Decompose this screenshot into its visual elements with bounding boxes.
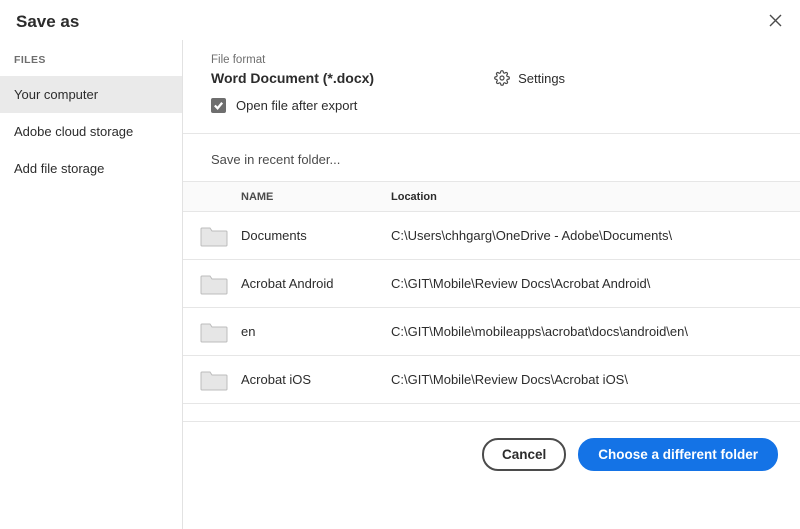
choose-folder-label: Choose a different folder (598, 447, 758, 462)
dialog-title: Save as (16, 12, 79, 32)
save-as-dialog: Save as FILES Your computer Adobe cloud … (0, 0, 800, 529)
settings-label: Settings (518, 71, 565, 86)
table-row-empty (183, 404, 800, 422)
close-button[interactable] (767, 12, 784, 32)
table-header: NAME Location (183, 182, 800, 212)
row-icon-cell (187, 224, 241, 247)
file-format-row: Word Document (*.docx) Settings (211, 70, 772, 86)
recent-folders-table: NAME Location Documents C:\Users\chhgarg… (183, 181, 800, 422)
sidebar-item-label: Your computer (14, 87, 98, 102)
folder-icon (200, 368, 228, 391)
open-after-export-label: Open file after export (236, 98, 357, 113)
sidebar-header: FILES (0, 54, 182, 76)
folder-icon (200, 272, 228, 295)
title-bar: Save as (0, 0, 800, 40)
dialog-footer: Cancel Choose a different folder (183, 422, 800, 489)
row-name: en (241, 324, 391, 339)
cancel-button[interactable]: Cancel (482, 438, 566, 471)
row-location: C:\GIT\Mobile\Review Docs\Acrobat Androi… (391, 276, 790, 291)
main-panel: File format Word Document (*.docx) Setti… (183, 40, 800, 529)
file-format-block: File format Word Document (*.docx) Setti… (183, 40, 800, 127)
open-after-export-checkbox[interactable] (211, 98, 226, 113)
file-format-value: Word Document (*.docx) (211, 70, 374, 86)
column-header-location: Location (391, 191, 790, 203)
row-name: Acrobat Android (241, 276, 391, 291)
settings-button[interactable]: Settings (494, 70, 565, 86)
content-row: FILES Your computer Adobe cloud storage … (0, 40, 800, 529)
row-icon-cell (187, 320, 241, 343)
row-icon-cell (187, 368, 241, 391)
check-icon (213, 100, 224, 111)
sidebar: FILES Your computer Adobe cloud storage … (0, 40, 183, 529)
gear-icon (494, 70, 510, 86)
table-row[interactable]: en C:\GIT\Mobile\mobileapps\acrobat\docs… (183, 308, 800, 356)
table-row[interactable]: Acrobat Android C:\GIT\Mobile\Review Doc… (183, 260, 800, 308)
choose-folder-button[interactable]: Choose a different folder (578, 438, 778, 471)
table-row[interactable]: Documents C:\Users\chhgarg\OneDrive - Ad… (183, 212, 800, 260)
sidebar-item-add-storage[interactable]: Add file storage (0, 150, 182, 187)
folder-icon (200, 320, 228, 343)
row-name: Documents (241, 228, 391, 243)
row-name: Acrobat iOS (241, 372, 391, 387)
open-after-export-row[interactable]: Open file after export (211, 98, 772, 113)
row-location: C:\Users\chhgarg\OneDrive - Adobe\Docume… (391, 228, 790, 243)
row-icon-cell (187, 272, 241, 295)
table-row[interactable]: Acrobat iOS C:\GIT\Mobile\Review Docs\Ac… (183, 356, 800, 404)
sidebar-item-label: Add file storage (14, 161, 104, 176)
sidebar-item-label: Adobe cloud storage (14, 124, 133, 139)
recent-folder-heading: Save in recent folder... (183, 133, 800, 181)
column-header-name: NAME (241, 191, 391, 203)
file-format-label: File format (211, 54, 772, 66)
sidebar-item-cloud-storage[interactable]: Adobe cloud storage (0, 113, 182, 150)
cancel-label: Cancel (502, 447, 546, 462)
row-location: C:\GIT\Mobile\mobileapps\acrobat\docs\an… (391, 324, 790, 339)
close-icon (769, 14, 782, 27)
row-location: C:\GIT\Mobile\Review Docs\Acrobat iOS\ (391, 372, 790, 387)
folder-icon (200, 224, 228, 247)
sidebar-item-your-computer[interactable]: Your computer (0, 76, 182, 113)
